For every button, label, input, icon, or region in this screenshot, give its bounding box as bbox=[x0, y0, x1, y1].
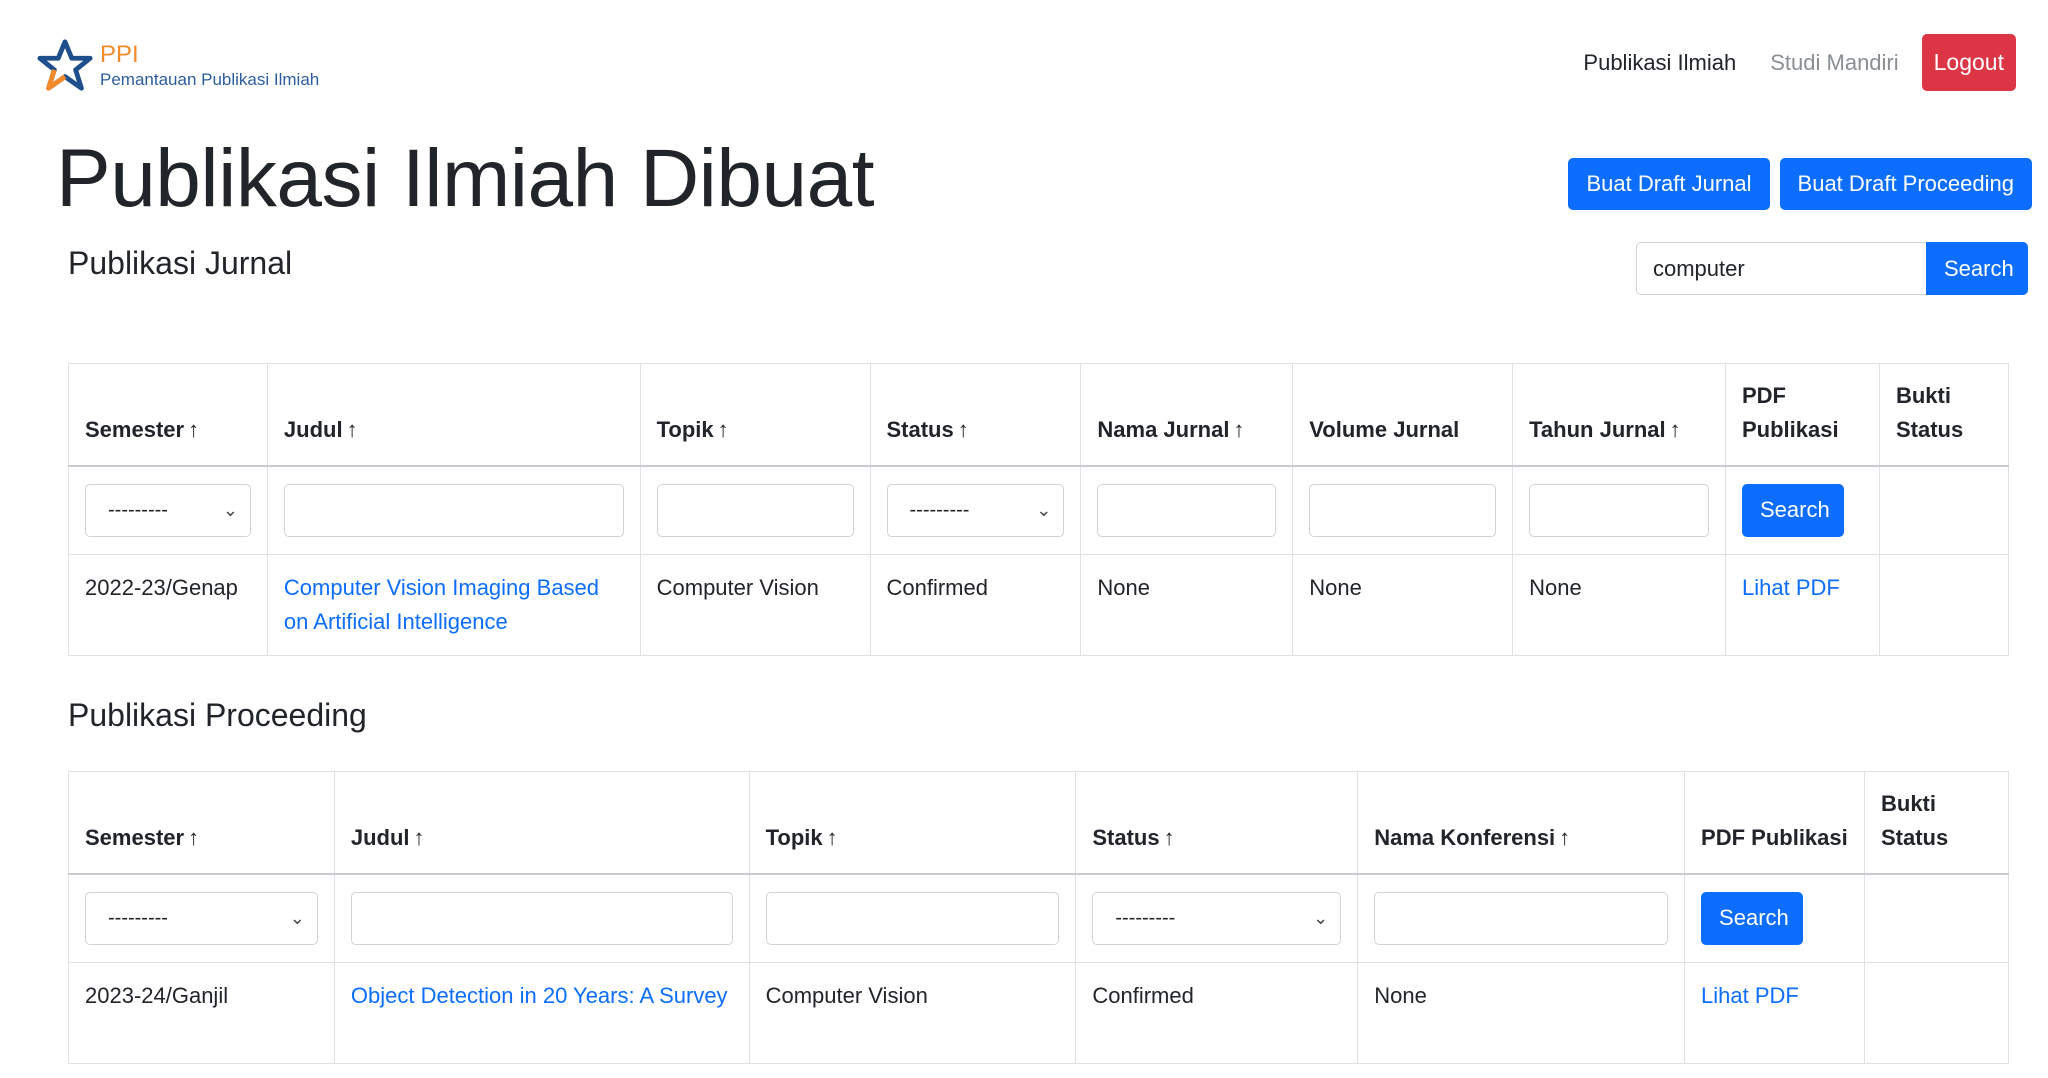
filter-topik-input[interactable] bbox=[656, 483, 854, 537]
sort-arrow-icon: ↑ bbox=[1233, 416, 1245, 442]
cell-status: Confirmed bbox=[1075, 962, 1359, 1064]
col-header-judul[interactable]: Judul ↑ bbox=[266, 363, 641, 467]
chevron-down-icon: ⌄ bbox=[289, 907, 305, 928]
filter-volume-jurnal-input[interactable] bbox=[1309, 483, 1497, 537]
section-title-jurnal: Publikasi Jurnal bbox=[68, 245, 293, 281]
filter-semester-select[interactable]: --------- ⌄ bbox=[85, 891, 318, 945]
jurnal-header-row: Semester ↑ Judul ↑ Topik ↑ Status ↑ Nama Jur… bbox=[68, 363, 2010, 467]
col-header-volume-jurnal: Volume Jurnal bbox=[1292, 363, 1514, 467]
cell-status: Confirmed bbox=[869, 554, 1082, 656]
col-header-bukti-status: Bukti Status bbox=[1864, 771, 2009, 875]
sort-arrow-icon: ↑ bbox=[413, 824, 425, 850]
sort-arrow-icon: ↑ bbox=[717, 416, 729, 442]
col-header-tahun-jurnal[interactable]: Tahun Jurnal ↑ bbox=[1512, 363, 1726, 467]
section-title-proceeding: Publikasi Proceeding bbox=[68, 697, 367, 733]
col-header-topik[interactable]: Topik ↑ bbox=[748, 771, 1077, 875]
brand-short: PPI bbox=[100, 40, 139, 68]
col-header-bukti-status: Bukti Status bbox=[1878, 363, 2010, 467]
col-header-topik[interactable]: Topik ↑ bbox=[639, 363, 871, 467]
brand-logo-link[interactable]: PPI Pemantauan Publikasi Ilmiah bbox=[36, 36, 319, 94]
sort-arrow-icon: ↑ bbox=[1163, 824, 1175, 850]
nav-link-studi-mandiri[interactable]: Studi Mandiri bbox=[1753, 50, 1915, 76]
sort-arrow-icon: ↑ bbox=[188, 416, 200, 442]
nav-link-publikasi-ilmiah[interactable]: Publikasi Ilmiah bbox=[1566, 50, 1753, 76]
col-header-judul[interactable]: Judul ↑ bbox=[333, 771, 750, 875]
chevron-down-icon: ⌄ bbox=[1313, 907, 1329, 928]
table-row: 2022-23/Genap Computer Vision Imaging Ba… bbox=[68, 554, 2010, 656]
brand-full: Pemantauan Publikasi Ilmiah bbox=[100, 69, 320, 89]
lihat-pdf-link[interactable]: Lihat PDF bbox=[1742, 575, 1840, 600]
jurnal-filter-row: --------- ⌄ --------- ⌄ Search bbox=[68, 465, 2010, 555]
filter-topik-input[interactable] bbox=[765, 891, 1060, 945]
cell-topik: Computer Vision bbox=[639, 554, 871, 656]
col-header-semester[interactable]: Semester ↑ bbox=[68, 771, 335, 875]
lihat-pdf-link[interactable]: Lihat PDF bbox=[1701, 983, 1799, 1008]
logout-button[interactable]: Logout bbox=[1921, 34, 2016, 91]
filter-status-select[interactable]: --------- ⌄ bbox=[1092, 891, 1342, 945]
chevron-down-icon: ⌄ bbox=[1036, 499, 1052, 520]
top-actions: Buat Draft Jurnal Buat Draft Proceeding bbox=[1568, 158, 2032, 210]
sort-arrow-icon: ↑ bbox=[1559, 824, 1571, 850]
ppi-star-logo-icon bbox=[37, 39, 93, 91]
page-title: Publikasi Ilmiah Dibuat bbox=[56, 133, 875, 224]
judul-link[interactable]: Object Detection in 20 Years: A Survey bbox=[351, 983, 728, 1008]
sort-arrow-icon: ↑ bbox=[957, 416, 969, 442]
table-row: 2023-24/Ganjil Object Detection in 20 Ye… bbox=[68, 962, 2009, 1064]
filter-nama-jurnal-input[interactable] bbox=[1097, 483, 1277, 537]
cell-semester: 2022-23/Genap bbox=[68, 554, 268, 656]
filter-nama-konferensi-input[interactable] bbox=[1374, 891, 1669, 945]
col-header-semester[interactable]: Semester ↑ bbox=[68, 363, 268, 467]
navbar: PPI Pemantauan Publikasi Ilmiah Publikas… bbox=[0, 0, 2048, 125]
filter-search-button[interactable]: Search bbox=[1742, 483, 1844, 537]
proceeding-header-row: Semester ↑ Judul ↑ Topik ↑ Status ↑ Nama Kon… bbox=[68, 771, 2009, 875]
col-header-nama-jurnal[interactable]: Nama Jurnal ↑ bbox=[1080, 363, 1294, 467]
filter-semester-select[interactable]: --------- ⌄ bbox=[85, 483, 251, 537]
sort-arrow-icon: ↑ bbox=[1669, 416, 1681, 442]
proceeding-table: Semester ↑ Judul ↑ Topik ↑ Status ↑ Nama Kon… bbox=[68, 771, 2009, 1064]
cell-bukti-status bbox=[1864, 962, 2009, 1064]
filter-judul-input[interactable] bbox=[350, 891, 733, 945]
col-header-nama-konferensi[interactable]: Nama Konferensi ↑ bbox=[1357, 771, 1686, 875]
sort-arrow-icon: ↑ bbox=[346, 416, 358, 442]
search-button[interactable]: Search bbox=[1926, 242, 2028, 295]
chevron-down-icon: ⌄ bbox=[222, 499, 238, 520]
cell-semester: 2023-24/Ganjil bbox=[68, 962, 335, 1064]
proceeding-filter-row: --------- ⌄ --------- ⌄ Search bbox=[68, 873, 2009, 963]
sort-arrow-icon: ↑ bbox=[188, 824, 200, 850]
cell-nama-konferensi: None bbox=[1357, 962, 1686, 1064]
filter-search-button[interactable]: Search bbox=[1701, 891, 1804, 945]
col-header-status[interactable]: Status ↑ bbox=[1075, 771, 1359, 875]
filter-status-select[interactable]: --------- ⌄ bbox=[886, 483, 1065, 537]
search-group: Search bbox=[1636, 242, 2028, 295]
buat-draft-proceeding-button[interactable]: Buat Draft Proceeding bbox=[1779, 158, 2032, 210]
buat-draft-jurnal-button[interactable]: Buat Draft Jurnal bbox=[1568, 158, 1770, 210]
jurnal-table: Semester ↑ Judul ↑ Topik ↑ Status ↑ Nama Jur… bbox=[68, 363, 2010, 656]
col-header-pdf-publikasi: PDF Publikasi bbox=[1725, 363, 1880, 467]
cell-tahun-jurnal: None bbox=[1512, 554, 1726, 656]
search-input[interactable] bbox=[1636, 242, 1926, 295]
nav-links: Publikasi Ilmiah Studi Mandiri Logout bbox=[1566, 34, 2016, 91]
col-header-status[interactable]: Status ↑ bbox=[869, 363, 1082, 467]
cell-volume-jurnal: None bbox=[1292, 554, 1514, 656]
cell-nama-jurnal: None bbox=[1080, 554, 1294, 656]
filter-judul-input[interactable] bbox=[283, 483, 624, 537]
col-header-pdf-publikasi: PDF Publikasi bbox=[1684, 771, 1865, 875]
sort-arrow-icon: ↑ bbox=[826, 824, 838, 850]
cell-topik: Computer Vision bbox=[748, 962, 1077, 1064]
filter-tahun-jurnal-input[interactable] bbox=[1529, 483, 1709, 537]
judul-link[interactable]: Computer Vision Imaging Based on Artific… bbox=[284, 575, 599, 634]
cell-bukti-status bbox=[1878, 554, 2010, 656]
